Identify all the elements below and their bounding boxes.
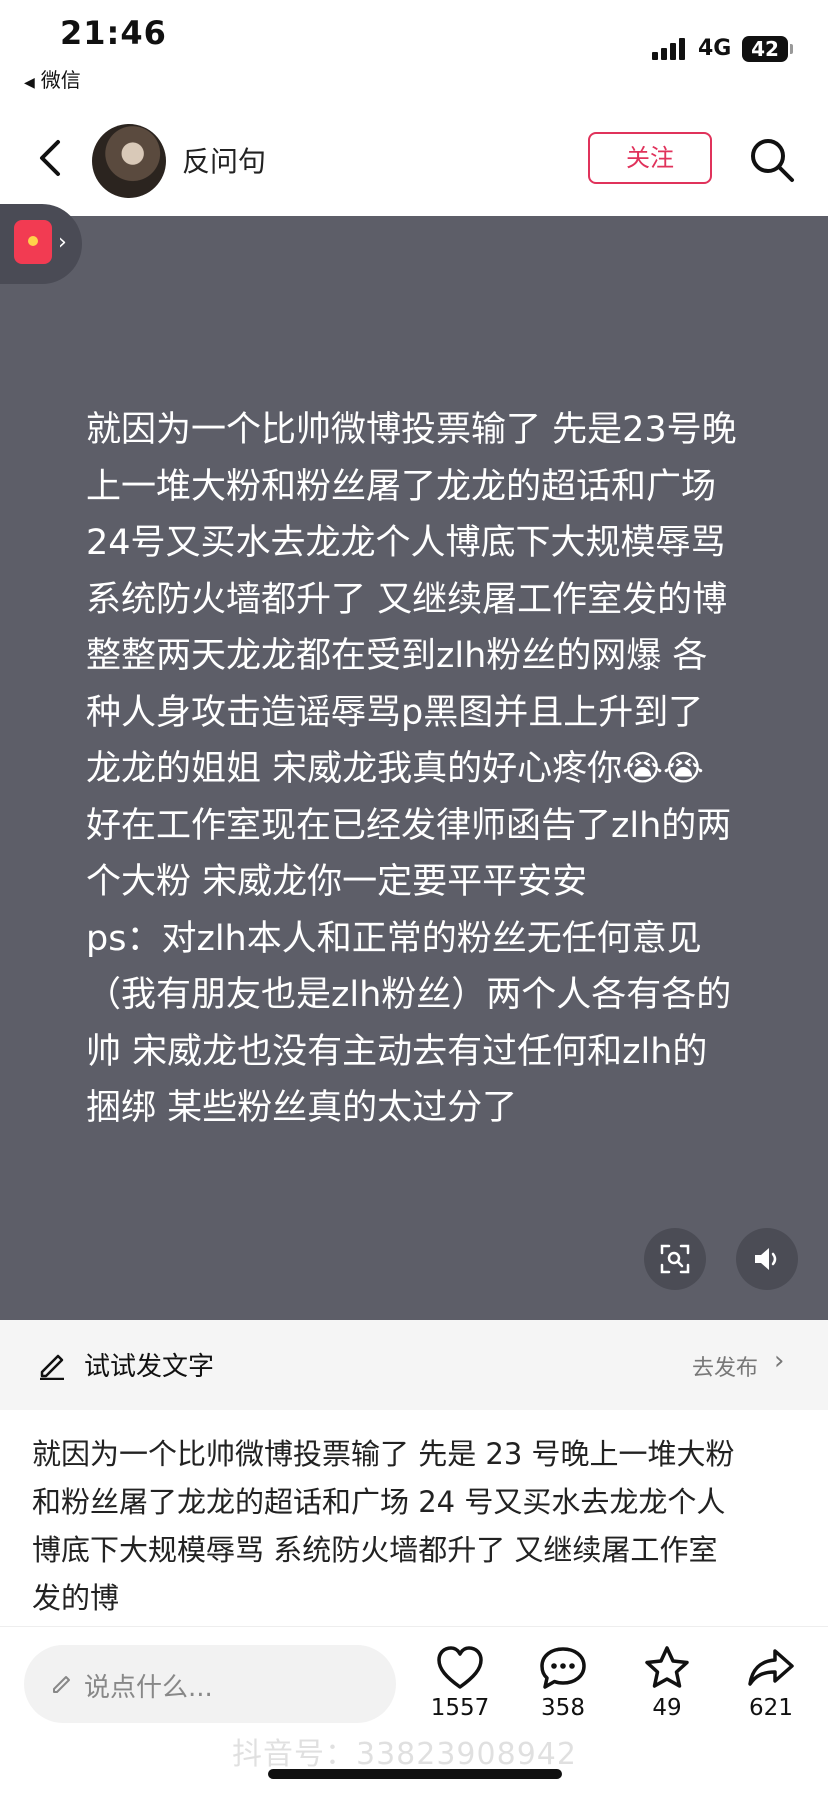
comment-count: 358 — [541, 1695, 585, 1721]
battery-icon: 42 — [742, 36, 788, 62]
share-arrow-icon — [748, 1649, 794, 1686]
share-button[interactable]: 621 — [726, 1645, 816, 1721]
pencil-icon — [53, 1676, 70, 1693]
scan-icon — [660, 1244, 690, 1274]
chevron-right-icon: › — [58, 230, 67, 255]
post-caption: 就因为一个比帅微博投票输了 先是 23 号晚上一堆大粉 和粉丝屠了龙龙的超话和广… — [32, 1430, 802, 1622]
bottom-action-bar: 说点什么... 1557 358 49 621 抖音号：33823908942 — [0, 1626, 828, 1793]
post-line: 整整两天龙龙都在受到zlh粉丝的网爆 各 — [86, 636, 708, 676]
caption-line: 和粉丝屠了龙龙的超话和广场 24 号又买水去龙龙个人 — [32, 1485, 726, 1519]
post-line: （我有朋友也是zlh粉丝）两个人各有各的 — [86, 975, 732, 1015]
post-line: 种人身攻击造谣辱骂p黑图并且上升到了 — [86, 692, 704, 733]
post-line: ps：对zlh本人和正常的粉丝无任何意见 — [86, 918, 702, 959]
share-count: 621 — [749, 1695, 793, 1721]
back-to-app-link[interactable]: ◀ 微信 — [24, 64, 81, 93]
post-line: 个大粉 宋威龙你一定要平平安安 — [86, 862, 588, 902]
chevron-right-icon: › — [774, 1346, 785, 1376]
signal-icon — [652, 38, 688, 60]
publish-link[interactable]: 去发布 — [692, 1350, 758, 1382]
battery-tip — [790, 44, 793, 54]
caption-line: 发的博 — [32, 1581, 120, 1615]
douyin-watermark: 抖音号：33823908942 — [232, 1737, 577, 1772]
favorite-count: 49 — [652, 1695, 682, 1721]
search-button[interactable] — [748, 136, 796, 184]
back-triangle-icon: ◀ — [24, 75, 35, 91]
post-line: 就因为一个比帅微博投票输了 先是23号晚 — [86, 410, 737, 450]
sound-button[interactable] — [736, 1228, 798, 1290]
search-icon — [751, 139, 794, 182]
back-button[interactable] — [30, 136, 70, 180]
post-line: 上一堆大粉和粉丝屠了龙龙的超话和广场 — [86, 466, 717, 507]
star-icon — [645, 1646, 689, 1688]
like-count: 1557 — [430, 1695, 490, 1721]
comment-placeholder: 说点什么... — [84, 1673, 213, 1703]
comment-button[interactable]: 358 — [518, 1645, 608, 1721]
post-line: 龙龙的姐姐 宋威龙我真的好心疼你😭😭 — [86, 749, 704, 789]
try-write-label: 试试发文字 — [84, 1352, 215, 1382]
avatar[interactable] — [92, 124, 166, 198]
comment-icon — [540, 1647, 586, 1689]
post-line: 好在工作室现在已经发律师函告了zlh的两 — [86, 805, 732, 846]
caption-line: 就因为一个比帅微博投票输了 先是 23 号晚上一堆大粉 — [32, 1437, 735, 1471]
status-time: 21:46 — [60, 14, 167, 52]
profile-header: 反问句 关注 — [0, 100, 828, 216]
post-line: 系统防火墙都升了 又继续屠工作室发的博 — [86, 579, 728, 620]
caption-line: 博底下大规模辱骂 系统防火墙都升了 又继续屠工作室 — [32, 1533, 718, 1567]
home-indicator[interactable] — [268, 1769, 562, 1779]
like-button[interactable]: 1557 — [415, 1645, 505, 1721]
username[interactable]: 反问句 — [182, 140, 266, 180]
post-text: 就因为一个比帅微博投票输了 先是23号晚 上一堆大粉和粉丝屠了龙龙的超话和广场 … — [86, 402, 766, 1137]
post-content-area[interactable]: › 就因为一个比帅微博投票输了 先是23号晚 上一堆大粉和粉丝屠了龙龙的超话和广… — [0, 204, 828, 1320]
back-app-label: 微信 — [40, 68, 81, 92]
comment-input[interactable]: 说点什么... — [24, 1645, 396, 1723]
try-write-bar[interactable]: 试试发文字 去发布 › — [0, 1320, 828, 1410]
favorite-button[interactable]: 49 — [622, 1645, 712, 1721]
red-envelope-icon — [14, 220, 52, 264]
status-bar: 21:46 ◀ 微信 4G 42 — [0, 0, 828, 100]
post-line: 24号又买水去龙龙个人博底下大规模辱骂 — [86, 523, 726, 563]
pencil-icon — [40, 1354, 64, 1380]
red-packet-button[interactable]: › — [0, 204, 82, 284]
network-type: 4G — [698, 36, 732, 61]
speaker-icon — [755, 1248, 777, 1270]
scan-button[interactable] — [644, 1228, 706, 1290]
heart-icon — [437, 1646, 483, 1689]
follow-button[interactable]: 关注 — [588, 132, 712, 184]
post-line: 帅 宋威龙也没有主动去有过任何和zlh的 — [86, 1031, 708, 1072]
post-line: 捆绑 某些粉丝真的太过分了 — [86, 1088, 518, 1128]
chevron-left-icon — [40, 140, 60, 176]
